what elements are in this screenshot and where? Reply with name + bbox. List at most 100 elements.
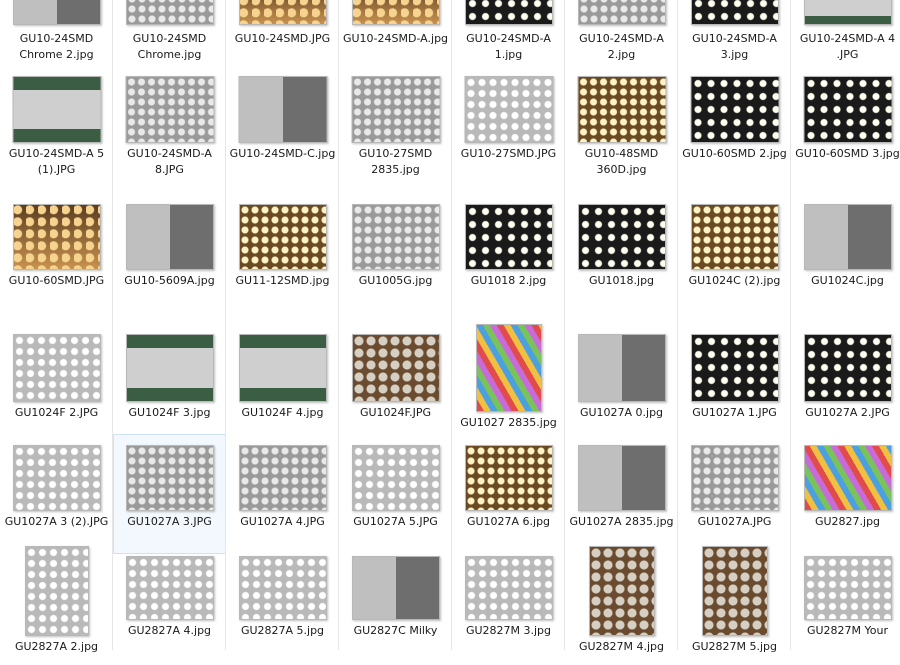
file-name: GU1027 2835.jpg <box>460 416 557 429</box>
file-item[interactable]: GU11-12SMD.jpg <box>226 193 339 313</box>
file-item[interactable]: GU10-24SMD-A 1.jpg <box>452 0 565 65</box>
image-preview <box>464 76 553 143</box>
file-name: GU2827A 5.jpg <box>240 624 325 637</box>
file-item[interactable]: GU1027A 6.jpg <box>452 434 565 554</box>
file-item[interactable]: GU10-24SMD Chrome.jpg <box>113 0 226 65</box>
column-divider <box>338 0 339 650</box>
file-name: GU1018 2.jpg <box>470 274 547 287</box>
file-name: GU10-24SMD-A 2.jpg <box>579 32 664 61</box>
file-item[interactable]: GU10-48SMD 360D.jpg <box>565 65 678 185</box>
file-item[interactable]: GU1005G.jpg <box>339 193 452 313</box>
file-item[interactable]: GU1027A 3 (2).JPG <box>0 434 113 554</box>
file-item[interactable]: GU1027A.JPG <box>678 434 791 554</box>
file-item[interactable]: GU1024C (2).jpg <box>678 193 791 313</box>
file-name: GU10-60SMD 2.jpg <box>682 147 787 160</box>
file-item[interactable]: GU10-24SMD-A 3.jpg <box>678 0 791 65</box>
image-preview <box>690 204 779 270</box>
file-name: GU1018.jpg <box>588 274 655 287</box>
file-item[interactable]: GU10-60SMD 2.jpg <box>678 65 791 185</box>
image-preview <box>238 204 327 270</box>
file-name: GU2827A 2.jpg <box>14 640 99 653</box>
file-item[interactable]: GU1018.jpg <box>565 193 678 313</box>
image-preview <box>803 0 892 25</box>
file-item[interactable]: GU10-24SMD-A 5 (1).JPG <box>0 65 113 185</box>
image-preview <box>803 76 892 143</box>
file-item[interactable]: GU1027A 2835.jpg <box>565 434 678 554</box>
file-grid: GU10-24SMD Chrome 2.jpg GU10-24SMD Chrome… <box>0 0 900 653</box>
file-item[interactable]: GU2827A 5.jpg <box>226 545 339 665</box>
file-item[interactable]: GU10-60SMD 3.jpg <box>791 65 900 185</box>
file-item[interactable]: GU2827M 4.jpg <box>565 545 678 665</box>
file-name: GU10-24SMD-A 4 .JPG <box>799 32 896 61</box>
file-name: GU10-27SMD.JPG <box>460 147 557 160</box>
file-item[interactable]: GU1027A 0.jpg <box>565 323 678 443</box>
file-item[interactable]: GU10-60SMD.JPG <box>0 193 113 313</box>
file-item[interactable]: GU1027 2835.jpg <box>452 323 565 443</box>
image-preview <box>588 546 655 636</box>
image-preview <box>701 546 768 636</box>
image-preview <box>577 0 666 25</box>
file-item[interactable]: GU2827A 2.jpg <box>0 545 113 665</box>
file-item[interactable]: GU10-5609A.jpg <box>113 193 226 313</box>
image-preview <box>464 445 553 511</box>
file-item[interactable]: GU10-24SMD-A 8.JPG <box>113 65 226 185</box>
file-item[interactable]: GU1027A 5.JPG <box>339 434 452 554</box>
file-item[interactable]: GU1024F 4.jpg <box>226 323 339 443</box>
file-name: GU10-60SMD.JPG <box>8 274 105 287</box>
column-divider <box>225 0 226 650</box>
image-preview <box>803 204 892 270</box>
file-name: GU2827.jpg <box>814 515 881 528</box>
file-item[interactable]: GU10-24SMD Chrome 2.jpg <box>0 0 113 65</box>
image-preview <box>12 76 101 143</box>
file-item[interactable]: GU2827.jpg <box>791 434 900 554</box>
file-name: GU1024C (2).jpg <box>688 274 781 287</box>
file-item[interactable]: GU10-27SMD.JPG <box>452 65 565 185</box>
image-preview <box>12 204 101 270</box>
file-item[interactable]: GU10-27SMD 2835.jpg <box>339 65 452 185</box>
file-item[interactable]: GU10-24SMD-A 4 .JPG <box>791 0 900 65</box>
image-preview <box>464 204 553 270</box>
file-name: GU10-24SMD Chrome 2.jpg <box>19 32 94 61</box>
file-item[interactable]: GU1027A 1.JPG <box>678 323 791 443</box>
file-name: GU1005G.jpg <box>358 274 433 287</box>
file-item[interactable]: GU2827M 5.jpg <box>678 545 791 665</box>
image-preview <box>803 334 892 402</box>
file-name: GU1027A 2835.jpg <box>569 515 674 528</box>
file-item[interactable]: GU1024F 3.jpg <box>113 323 226 443</box>
file-item[interactable]: GU10-24SMD-C.jpg <box>226 65 339 185</box>
file-name: GU1027A 5.JPG <box>353 515 438 528</box>
image-preview <box>125 76 214 143</box>
file-name: GU1027A 6.jpg <box>466 515 551 528</box>
file-name: GU1027A.JPG <box>697 515 772 528</box>
file-name: GU10-27SMD 2835.jpg <box>358 147 433 176</box>
file-name: GU10-5609A.jpg <box>124 274 215 287</box>
file-item[interactable]: GU1024F 2.JPG <box>0 323 113 443</box>
file-item[interactable]: GU2827M 3.jpg <box>452 545 565 665</box>
file-name: GU11-12SMD.jpg <box>235 274 330 287</box>
image-preview <box>475 324 542 412</box>
image-preview <box>24 546 89 636</box>
image-preview <box>125 0 214 25</box>
file-item[interactable]: GU2827A 4.jpg <box>113 545 226 665</box>
image-preview <box>238 556 327 620</box>
file-item[interactable]: GU1027A 2.JPG <box>791 323 900 443</box>
file-item[interactable]: GU1024F.JPG <box>339 323 452 443</box>
image-preview <box>238 445 327 511</box>
file-item[interactable]: GU10-24SMD.JPG <box>226 0 339 65</box>
column-divider <box>564 0 565 650</box>
file-item[interactable]: GU10-24SMD-A 2.jpg <box>565 0 678 65</box>
file-item[interactable]: GU2827C Milky <box>339 545 452 665</box>
file-item[interactable]: GU1024C.jpg <box>791 193 900 313</box>
file-name: GU10-24SMD-A 5 (1).JPG <box>8 147 105 176</box>
file-name: GU10-24SMD Chrome.jpg <box>132 32 207 61</box>
file-item[interactable]: GU10-24SMD-A.jpg <box>339 0 452 65</box>
file-item[interactable]: GU2827M Your <box>791 545 900 665</box>
file-name: GU1024F 3.jpg <box>128 406 211 419</box>
file-item[interactable]: GU1027A 3.JPG <box>113 434 226 554</box>
file-name: GU1024F 2.JPG <box>14 406 99 419</box>
file-item[interactable]: GU1018 2.jpg <box>452 193 565 313</box>
file-name: GU2827C Milky <box>353 624 438 637</box>
file-name: GU1024F.JPG <box>359 406 432 419</box>
file-item[interactable]: GU1027A 4.JPG <box>226 434 339 554</box>
file-name: GU1024C.jpg <box>811 274 884 287</box>
